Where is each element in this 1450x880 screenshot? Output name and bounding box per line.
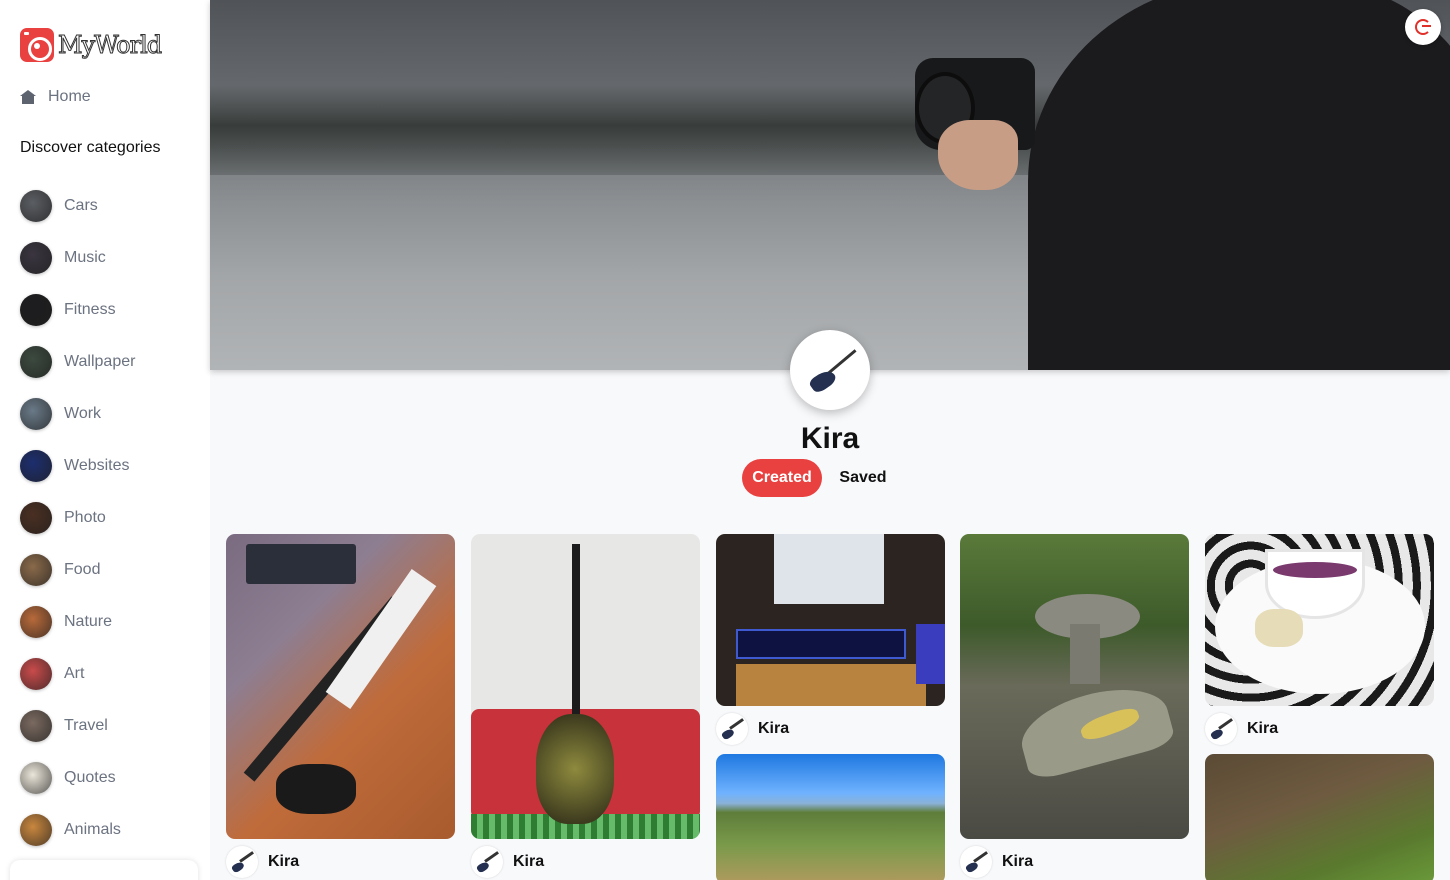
category-label: Quotes: [64, 769, 116, 786]
author-avatar: [226, 846, 258, 878]
nav-home-label: Home: [48, 88, 91, 105]
author-avatar: [716, 713, 748, 745]
author-name: Kira: [268, 853, 300, 870]
pin-card[interactable]: Kira: [226, 534, 455, 880]
pin-image: [471, 534, 700, 839]
category-thumbnail: [20, 190, 52, 222]
tab-created[interactable]: Created: [742, 459, 822, 497]
category-item[interactable]: Music: [20, 232, 135, 284]
app-name: MyWorld: [57, 31, 162, 60]
pin-image: [226, 534, 455, 839]
category-label: Wallpaper: [64, 353, 136, 370]
pin-card[interactable]: Kira: [960, 534, 1189, 880]
category-thumbnail: [20, 398, 52, 430]
category-thumbnail: [20, 294, 52, 326]
category-item[interactable]: Websites: [20, 440, 135, 492]
category-thumbnail: [20, 762, 52, 794]
author-name: Kira: [758, 720, 790, 737]
category-thumbnail: [20, 814, 52, 846]
sidebar: MyWorld Home Discover categories Cars Mus…: [0, 0, 210, 880]
category-label: Work: [64, 405, 102, 422]
pin-card[interactable]: [1205, 754, 1434, 880]
category-label: Fitness: [64, 301, 116, 318]
category-item[interactable]: Travel: [20, 700, 135, 752]
pin-image: [1205, 754, 1434, 880]
camera-logo-icon: [20, 28, 54, 62]
category-item[interactable]: Wallpaper: [20, 336, 135, 388]
category-item[interactable]: Work: [20, 388, 135, 440]
nav-home[interactable]: Home: [20, 86, 91, 108]
category-thumbnail: [20, 606, 52, 638]
pin-image: [716, 534, 945, 706]
pin-image: [960, 534, 1189, 839]
category-label: Art: [64, 665, 85, 682]
category-item[interactable]: Fitness: [20, 284, 135, 336]
author-name: Kira: [513, 853, 545, 870]
category-label: Cars: [64, 197, 98, 214]
author-avatar: [471, 846, 503, 878]
category-item[interactable]: Quotes: [20, 752, 135, 804]
pin-card[interactable]: Kira: [471, 534, 700, 880]
category-thumbnail: [20, 554, 52, 586]
logout-icon: [1415, 19, 1431, 35]
profile-username: Kira: [800, 422, 860, 455]
category-item[interactable]: Food: [20, 544, 135, 596]
category-label: Travel: [64, 717, 108, 734]
category-item[interactable]: Art: [20, 648, 135, 700]
pin-author[interactable]: Kira: [226, 839, 455, 880]
pin-card[interactable]: [716, 754, 945, 880]
pin-author[interactable]: Kira: [960, 839, 1189, 880]
category-label: Animals: [64, 821, 121, 838]
pin-author[interactable]: Kira: [1205, 706, 1434, 752]
category-label: Music: [64, 249, 106, 266]
pin-image: [1205, 534, 1434, 706]
author-name: Kira: [1247, 720, 1279, 737]
pin-author[interactable]: Kira: [471, 839, 700, 880]
category-label: Food: [64, 561, 101, 578]
tab-saved[interactable]: Saved: [830, 459, 896, 497]
categories-heading: Discover categories: [20, 139, 161, 156]
logout-button[interactable]: [1405, 9, 1441, 45]
category-thumbnail: [20, 710, 52, 742]
category-item[interactable]: Photo: [20, 492, 135, 544]
photographer-silhouette: [1028, 0, 1450, 370]
category-list: Cars Music Fitness Wallpaper Work Websites Pho…: [20, 180, 135, 856]
category-thumbnail: [20, 502, 52, 534]
pin-card[interactable]: Kira: [1205, 534, 1434, 752]
category-thumbnail: [20, 242, 52, 274]
category-label: Websites: [64, 457, 130, 474]
home-icon: [20, 90, 36, 104]
app-logo[interactable]: MyWorld: [20, 28, 163, 62]
pin-card[interactable]: Kira: [716, 534, 945, 752]
profile-banner: [210, 0, 1450, 370]
category-item[interactable]: Nature: [20, 596, 135, 648]
author-avatar: [960, 846, 992, 878]
category-thumbnail: [20, 450, 52, 482]
category-label: Photo: [64, 509, 106, 526]
category-item[interactable]: Cars: [20, 180, 135, 232]
author-name: Kira: [1002, 853, 1034, 870]
pin-author[interactable]: Kira: [716, 706, 945, 752]
category-thumbnail: [20, 346, 52, 378]
pin-image: [716, 754, 945, 880]
category-label: Nature: [64, 613, 113, 630]
author-avatar: [1205, 713, 1237, 745]
sidebar-user-card[interactable]: [10, 860, 198, 880]
category-item[interactable]: Animals: [20, 804, 135, 856]
category-thumbnail: [20, 658, 52, 690]
profile-avatar: [790, 330, 870, 410]
